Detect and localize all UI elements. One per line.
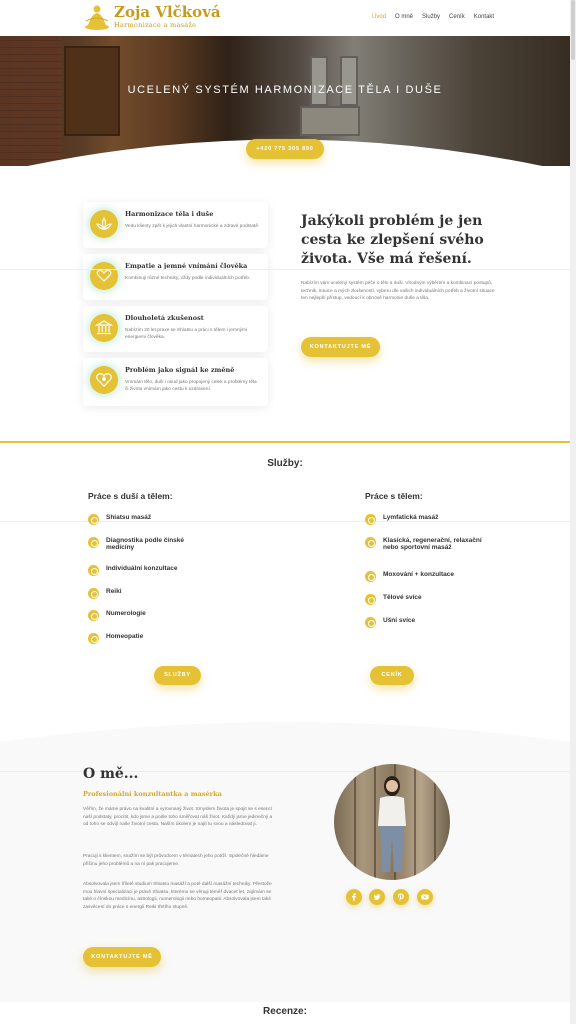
about-paragraph: Věřím, že máme právo na kvalitní a vyrov…	[83, 807, 273, 827]
lotus-icon	[90, 210, 118, 238]
about-heading: O mě...	[83, 766, 139, 782]
service-item[interactable]: Reiki	[88, 588, 122, 599]
service-bullet-icon	[88, 610, 99, 621]
divider	[0, 269, 570, 270]
service-item[interactable]: Tělové svíce	[365, 594, 422, 605]
twitter-icon[interactable]	[369, 889, 385, 905]
profile-photo	[334, 764, 450, 880]
divider	[0, 521, 570, 522]
feature-title: Harmonizace těla i duše	[125, 210, 214, 218]
feature-title: Dlouholetá zkušenost	[125, 314, 204, 322]
services-right-heading: Práce s tělem:	[365, 491, 423, 501]
logo-subtitle: Harmonizace a masáže	[114, 21, 197, 30]
service-bullet-icon	[365, 537, 376, 548]
intro-text: Nabízím vám ucelený systém péče o tělo a…	[301, 281, 495, 301]
feature-card: Dlouholetá zkušenost Nabízím 20 let prax…	[83, 306, 268, 352]
scroll-thumb[interactable]	[571, 0, 575, 60]
service-item[interactable]: Klasická, regenerační, relaxační nebo sp…	[365, 537, 493, 551]
service-item[interactable]: Individuální konzultace	[88, 565, 178, 576]
feature-card: Problém jako signál ke změně Vnímám tělo…	[83, 358, 268, 406]
about-paragraph: Pracuji s klientem, snažím se být průvod…	[83, 854, 269, 867]
service-bullet-icon	[88, 514, 99, 525]
services-button[interactable]: SLUŽBY	[154, 666, 201, 685]
contact-button[interactable]: KONTAKTUJTE MĚ	[301, 337, 380, 357]
services-title: Služby:	[267, 458, 303, 469]
service-item[interactable]: Lymfatická masáž	[365, 514, 438, 525]
page-scrollbar[interactable]	[570, 0, 576, 1024]
intro-heading: Jakýkoli problém je jen cesta ke zlepšen…	[301, 213, 484, 267]
service-item[interactable]: Diagnostika podle čínské medicíny	[88, 537, 208, 551]
service-item[interactable]: Numerologie	[88, 610, 146, 621]
service-item[interactable]: Moxování + konzultace	[365, 571, 454, 582]
service-item[interactable]: Ušní svíce	[365, 617, 415, 628]
service-bullet-icon	[365, 514, 376, 525]
site-header: Zoja Vlčková Harmonizace a masáže Úvod O…	[0, 0, 576, 36]
pinterest-icon[interactable]	[393, 889, 409, 905]
nav-o-mne[interactable]: O mně	[395, 14, 413, 20]
service-bullet-icon	[365, 571, 376, 582]
about-subheading: Profesionální konzultantka a masérka	[83, 790, 222, 798]
feature-card: Harmonizace těla i duše Vedu klienty zpě…	[83, 202, 268, 248]
meditation-logo-icon	[84, 3, 110, 31]
feature-text: Nabízím 20 let praxe se Shiatsu a práci …	[125, 328, 248, 340]
main-nav: Úvod O mně Služby Ceník Kontakt	[372, 14, 494, 20]
nav-sluzby[interactable]: Služby	[422, 14, 440, 20]
service-bullet-icon	[365, 594, 376, 605]
about-paragraph: Absolvovala jsem tříleté studium Shiatsu…	[83, 882, 272, 910]
feature-text: Vnímám tělo, duši i osud jako propojený …	[125, 380, 257, 392]
service-bullet-icon	[365, 617, 376, 628]
phone-button[interactable]: +420 775 305 890	[246, 139, 324, 159]
logo[interactable]: Zoja Vlčková Harmonizace a masáže	[84, 3, 221, 31]
about-contact-button[interactable]: KONTAKTUJTE MĚ	[83, 947, 161, 967]
service-item[interactable]: Homeopatie	[88, 633, 143, 644]
nav-cenik[interactable]: Ceník	[449, 14, 465, 20]
service-bullet-icon	[88, 588, 99, 599]
nav-uvod[interactable]: Úvod	[372, 14, 386, 20]
services-left-heading: Práce s duší a tělem:	[88, 491, 173, 501]
logo-name: Zoja Vlčková	[114, 3, 221, 22]
youtube-icon[interactable]	[417, 889, 433, 905]
heart-icon	[90, 366, 118, 394]
heart-hand-icon	[90, 262, 118, 290]
section-divider	[0, 441, 570, 443]
reviews-title: Recenze:	[263, 1006, 307, 1017]
service-bullet-icon	[88, 565, 99, 576]
nav-kontakt[interactable]: Kontakt	[474, 14, 494, 20]
feature-text: Kombinuji různé techniky, vždy podle ind…	[125, 276, 251, 281]
hero-title: UCELENÝ SYSTÉM HARMONIZACE TĚLA I DUŠE	[127, 84, 443, 96]
feature-title: Problém jako signál ke změně	[125, 366, 235, 374]
service-bullet-icon	[88, 633, 99, 644]
pricing-button[interactable]: CENÍK	[370, 666, 414, 685]
facebook-icon[interactable]	[346, 889, 362, 905]
feature-text: Vedu klienty zpět k jejich vlastní harmo…	[125, 224, 260, 229]
service-bullet-icon	[88, 537, 99, 548]
temple-icon	[90, 314, 118, 342]
feature-card: Empatie a jemné vnímání člověka Kombinuj…	[83, 254, 268, 300]
service-item[interactable]: Shiatsu masáž	[88, 514, 151, 525]
